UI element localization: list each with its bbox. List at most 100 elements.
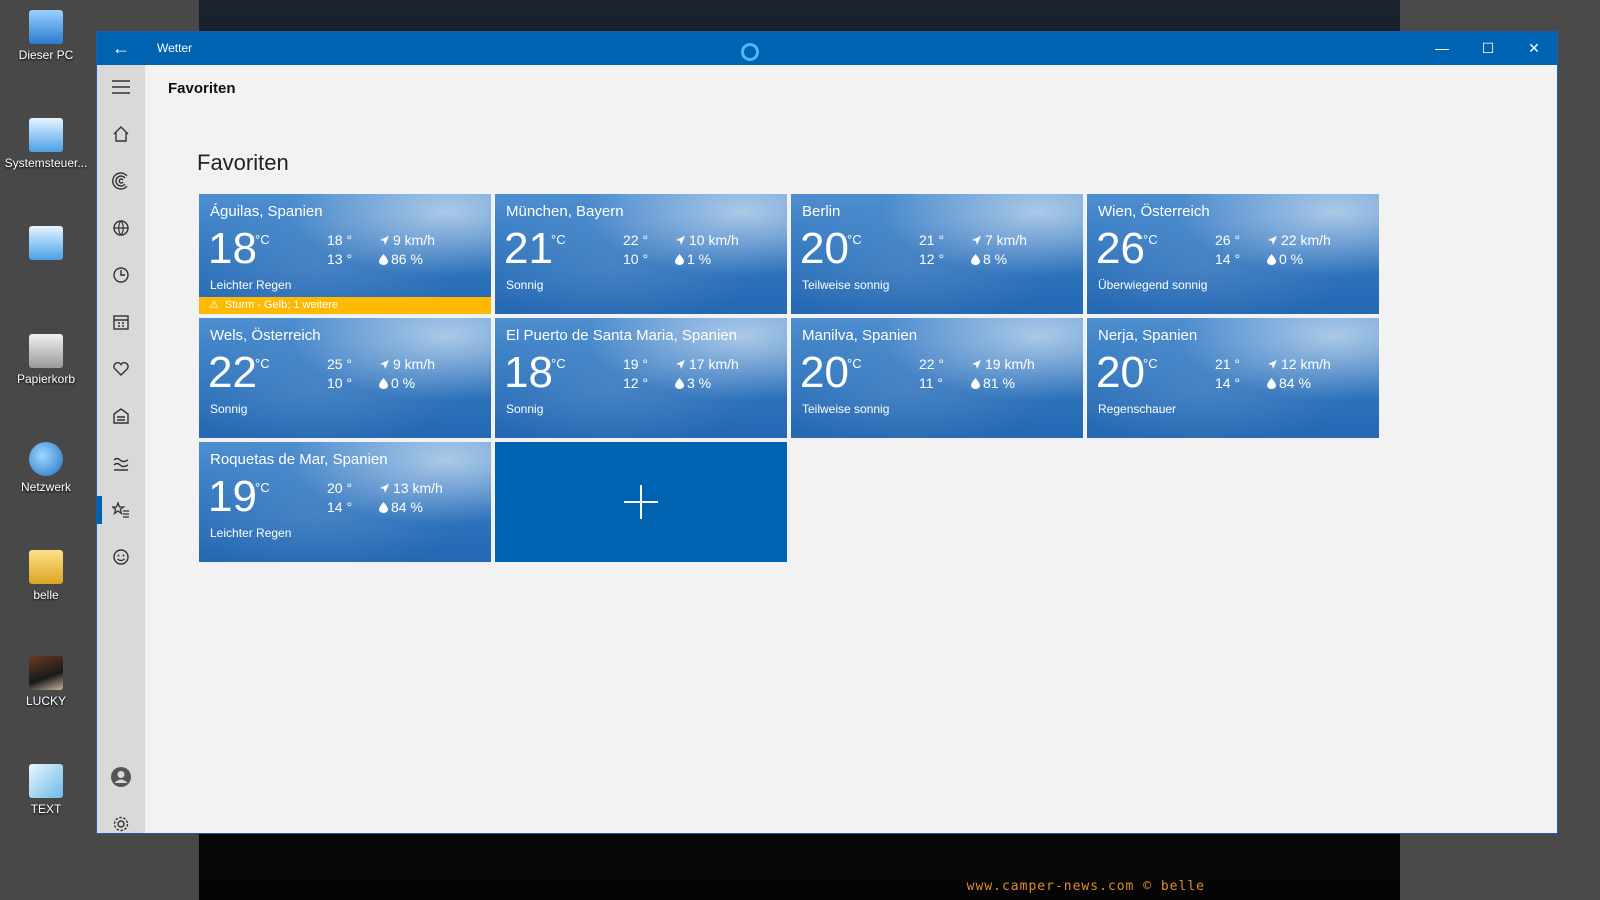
heart-icon[interactable] [97,347,145,391]
tile-temperature: 18 [208,224,257,273]
smiley-icon[interactable] [97,535,145,579]
raindrop-icon [379,501,388,513]
wind-arrow-icon [972,235,981,245]
gear-icon[interactable] [97,802,145,846]
navigation-rail [97,65,145,833]
raindrop-icon [379,253,388,265]
weather-tile[interactable]: El Puerto de Santa Maria, Spanien 18 °C 19 … [495,318,787,438]
tile-city: Wels, Österreich [210,327,321,344]
tile-wind: 12 km/h [1267,356,1331,372]
tile-precipitation-value: 3 % [687,375,712,391]
tile-precipitation-value: 0 % [391,375,416,391]
tile-city: Nerja, Spanien [1098,327,1198,344]
wind-arrow-icon [676,235,685,245]
back-arrow-icon[interactable]: ← [109,38,133,59]
tile-city: Águilas, Spanien [210,203,323,220]
tile-low-temp: 12 ° [623,375,649,391]
alert-text: Sturm - Gelb; 1 weitere [224,299,338,311]
home-icon[interactable] [97,112,145,156]
raindrop-icon [971,253,980,265]
tile-city: Wien, Österreich [1098,203,1210,220]
tile-high-temp: 22 ° [623,232,649,248]
tile-city: Manilva, Spanien [802,327,918,344]
weather-tile[interactable]: Nerja, Spanien 20 °C 21 ° 14 ° 12 km/h 84 % Reg… [1087,318,1379,438]
radar-icon[interactable] [97,159,145,203]
tile-temperature-unit: °C [255,232,270,247]
maximize-button[interactable]: ☐ [1465,32,1511,65]
page-header: Favoriten [168,80,236,97]
add-favorite-button[interactable] [495,442,787,562]
tile-condition: Teilweise sonnig [802,402,890,416]
tile-wind-value: 7 km/h [985,232,1028,248]
cortana-icon[interactable] [741,43,759,61]
desktop-icon-user-folder[interactable]: belle [4,550,88,602]
wind-arrow-icon [380,483,389,493]
globe-icon[interactable] [97,206,145,250]
tile-low-temp: 14 ° [1215,375,1241,391]
tile-low-temp: 14 ° [1215,251,1241,267]
plus-icon [624,485,658,519]
title-bar: ← Wetter — ☐ ✕ [97,32,1557,65]
desktop-icon-this-pc[interactable]: Dieser PC [4,10,88,62]
weather-tile[interactable]: Berlin 20 °C 21 ° 12 ° 7 km/h 8 % Teilweise son… [791,194,1083,314]
tile-precipitation-value: 86 % [391,251,423,267]
tile-low-temp: 13 ° [327,251,353,267]
tile-precipitation: 8 % [971,251,1007,267]
tile-low-temp: 14 ° [327,499,353,515]
tile-wind: 10 km/h [675,232,739,248]
raindrop-icon [675,253,684,265]
tile-precipitation: 84 % [379,499,423,515]
desktop-icon-control-panel[interactable]: Systemsteuer... [4,118,88,170]
tile-wind: 7 km/h [971,232,1027,248]
tile-precipitation-value: 8 % [983,251,1008,267]
hamburger-menu-icon[interactable] [97,65,145,109]
tile-temperature: 26 [1096,224,1145,273]
warning-icon: ⚠ [209,299,219,311]
desktop-icon-recycle-bin[interactable]: Papierkorb [4,334,88,386]
desktop-icon-lucky[interactable]: LUCKY [4,656,88,708]
wind-arrow-icon [380,359,389,369]
weather-tile[interactable]: Águilas, Spanien 18 °C 18 ° 13 ° 9 km/h 86 % Le… [199,194,491,314]
tile-temperature: 22 [208,348,257,397]
minimize-button[interactable]: — [1419,32,1465,65]
desktop-icon-network[interactable]: Netzwerk [4,442,88,494]
weather-tile[interactable]: München, Bayern 21 °C 22 ° 10 ° 10 km/h 1 % Son… [495,194,787,314]
calendar-icon[interactable] [97,300,145,344]
desktop-icon-control-panel-2[interactable] [4,226,88,264]
tile-temperature: 20 [800,224,849,273]
account-icon[interactable] [97,755,145,799]
chart-icon[interactable] [97,441,145,485]
wind-arrow-icon [972,359,981,369]
recycle-bin-icon [29,334,63,368]
news-icon[interactable] [97,394,145,438]
tile-temperature-unit: °C [255,480,270,495]
tile-wind: 9 km/h [379,232,435,248]
tile-condition: Teilweise sonnig [802,278,890,292]
weather-tile[interactable]: Wien, Österreich 26 °C 26 ° 14 ° 22 km/h 0 % Üb… [1087,194,1379,314]
user-folder-icon [29,550,63,584]
raindrop-icon [675,377,684,389]
network-icon [29,442,63,476]
tile-temperature: 20 [1096,348,1145,397]
favorites-icon[interactable] [97,488,145,532]
tile-temperature-unit: °C [1143,356,1158,371]
tile-condition: Leichter Regen [210,526,292,540]
tile-temperature: 20 [800,348,849,397]
tile-wind: 17 km/h [675,356,739,372]
tile-high-temp: 26 ° [1215,232,1241,248]
weather-tile[interactable]: Wels, Österreich 22 °C 25 ° 10 ° 9 km/h 0 % Son… [199,318,491,438]
desktop-icon-text[interactable]: TEXT [4,764,88,816]
tile-precipitation: 0 % [379,375,415,391]
raindrop-icon [1267,377,1276,389]
wind-arrow-icon [676,359,685,369]
tile-condition: Sonnig [210,402,248,416]
tile-low-temp: 11 ° [919,375,944,391]
weather-tile[interactable]: Manilva, Spanien 20 °C 22 ° 11 ° 19 km/h 81 % T… [791,318,1083,438]
close-button[interactable]: ✕ [1511,32,1557,65]
tile-precipitation: 81 % [971,375,1015,391]
tile-city: München, Bayern [506,203,624,220]
tile-city: El Puerto de Santa Maria, Spanien [506,327,737,344]
clock-icon[interactable] [97,253,145,297]
weather-alert-banner[interactable]: ⚠ Sturm - Gelb; 1 weitere [199,297,491,314]
weather-tile[interactable]: Roquetas de Mar, Spanien 19 °C 20 ° 14 ° 13 k… [199,442,491,562]
